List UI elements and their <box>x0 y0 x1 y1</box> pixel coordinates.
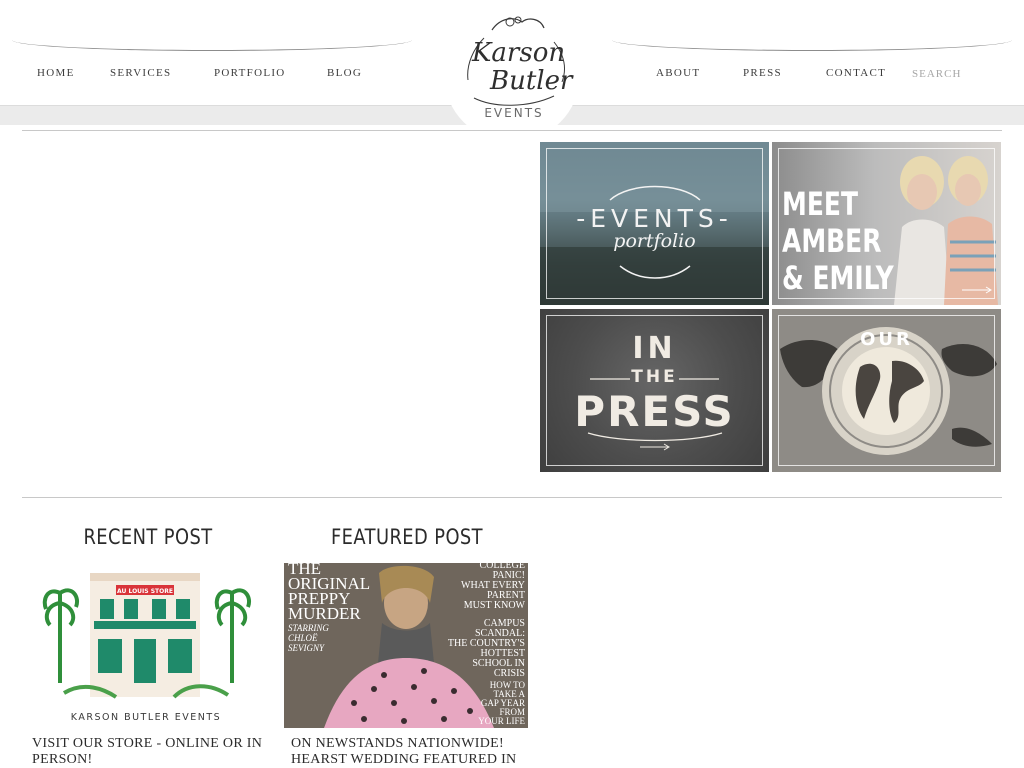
magazine-cover-line-3: HOW TO TAKE A GAP YEAR FROM YOUR LIFE <box>478 680 525 726</box>
magazine-cover-line-2: CAMPUS SCANDAL: THE COUNTRY'S HOTTEST SC… <box>447 618 525 679</box>
press-in: IN <box>632 331 677 366</box>
nav-about[interactable]: ABOUT <box>656 67 700 79</box>
divider-top <box>22 130 1002 131</box>
recent-post-heading: RECENT POST <box>83 525 213 549</box>
divider-bottom <box>22 497 1002 498</box>
store-sign: AU LOUIS STORE <box>117 588 173 595</box>
header-swoosh-right <box>612 40 1012 51</box>
recent-post-title[interactable]: VISIT OUR STORE - ONLINE OR IN PERSON! <box>32 736 282 768</box>
press-word: PRESS <box>574 387 735 436</box>
nav-portfolio[interactable]: PORTFOLIO <box>214 67 286 79</box>
tile-meet-amber-emily[interactable]: MEET AMBER & EMILY <box>772 142 1001 305</box>
experience-our: OUR <box>860 329 913 350</box>
storefront-illustration-icon: AU LOUIS STORE KARSON BUTLER EVENTS <box>42 573 251 723</box>
featured-post-heading: FEATURED POST <box>330 525 484 549</box>
tile-our-experience[interactable]: OUR <box>772 309 1001 472</box>
tile-in-the-press[interactable]: IN THE PRESS <box>540 309 769 472</box>
magazine-headline: THE ORIGINAL PREPPY MURDER <box>288 563 371 623</box>
meet-text: MEET AMBER & EMILY <box>782 185 894 297</box>
nav-press[interactable]: PRESS <box>743 67 782 79</box>
featured-post-image[interactable]: THE ORIGINAL PREPPY MURDER STARRING CHLO… <box>284 563 528 728</box>
magazine-subhead: STARRING CHLOË SEVIGNY <box>288 623 329 653</box>
search-input[interactable] <box>912 66 992 82</box>
events-title: -EVENTS- <box>576 204 733 233</box>
tile-events-portfolio[interactable]: -EVENTS- portfolio <box>540 142 769 305</box>
logo-line-karson: Karson <box>472 38 566 68</box>
magazine-cover-line-1: COLLEGE PANIC! WHAT EVERY PARENT MUST KN… <box>461 563 525 611</box>
events-subtitle: portfolio <box>613 230 696 252</box>
logo-line-butler: Butler <box>490 66 573 96</box>
store-caption: KARSON BUTLER EVENTS <box>71 712 221 723</box>
header-swoosh-left <box>12 40 412 51</box>
nav-contact[interactable]: CONTACT <box>826 67 886 79</box>
recent-post-image[interactable]: AU LOUIS STORE KARSON BUTLER EVENTS <box>24 563 268 728</box>
press-the: THE <box>631 367 678 387</box>
featured-post-title[interactable]: ON NEWSTANDS NATIONWIDE! HEARST WEDDING … <box>291 736 541 768</box>
nav-services[interactable]: SERVICES <box>110 67 171 79</box>
logo-events: EVENTS <box>484 106 544 120</box>
nav-home[interactable]: HOME <box>37 67 75 79</box>
site-logo[interactable]: Karson Butler EVENTS <box>444 8 580 142</box>
nav-blog[interactable]: BLOG <box>327 67 362 79</box>
